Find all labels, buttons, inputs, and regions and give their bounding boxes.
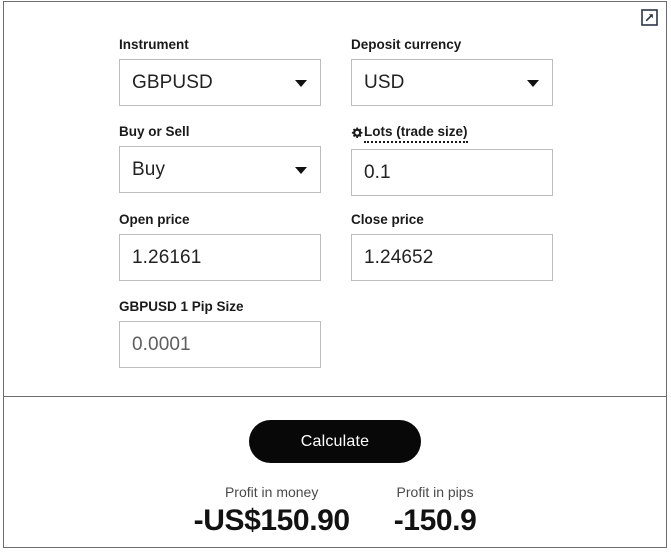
open-price-label: Open price: [119, 212, 190, 227]
field-lots: Lots (trade size) 0.1: [351, 123, 553, 196]
lots-label-wrap: Lots (trade size): [351, 123, 553, 143]
buy-or-sell-select[interactable]: Buy: [119, 146, 321, 193]
field-instrument: Instrument GBPUSD: [119, 36, 321, 106]
buy-or-sell-value: Buy: [132, 158, 166, 180]
lots-value: 0.1: [364, 161, 391, 183]
result-value: -US$150.90: [193, 504, 351, 537]
chevron-down-icon: [295, 166, 307, 174]
pip-size-label: GBPUSD 1 Pip Size: [119, 299, 244, 314]
result-profit-in-money: Profit in money -US$150.90: [193, 483, 351, 539]
gear-icon[interactable]: [351, 127, 363, 139]
instrument-value: GBPUSD: [132, 71, 213, 93]
results-section: Calculate Profit in money -US$150.90 Pro…: [4, 397, 666, 547]
open-price-input[interactable]: 1.26161: [119, 234, 321, 281]
calculate-button[interactable]: Calculate: [249, 420, 421, 463]
field-close-price: Close price 1.24652: [351, 211, 553, 281]
buy-or-sell-label: Buy or Sell: [119, 124, 190, 139]
field-open-price: Open price 1.26161: [119, 211, 321, 281]
lots-input[interactable]: 0.1: [351, 149, 553, 196]
deposit-currency-select[interactable]: USD: [351, 59, 553, 106]
field-pip-size: GBPUSD 1 Pip Size 0.0001: [119, 298, 321, 368]
result-value: -150.9: [393, 504, 477, 537]
close-price-value: 1.24652: [364, 246, 434, 268]
deposit-currency-value: USD: [364, 71, 405, 93]
result-label: Profit in money: [224, 484, 319, 500]
pip-size-input[interactable]: 0.0001: [119, 321, 321, 368]
close-price-label: Close price: [351, 212, 424, 227]
field-buy-or-sell: Buy or Sell Buy: [119, 123, 321, 193]
result-label: Profit in pips: [396, 484, 474, 500]
chevron-down-icon: [295, 79, 307, 87]
profit-calculator-widget: Instrument GBPUSD Deposit currency USD B…: [3, 1, 667, 548]
field-deposit-currency: Deposit currency USD: [351, 36, 553, 106]
chevron-down-icon: [527, 79, 539, 87]
result-profit-in-pips: Profit in pips -150.9: [394, 483, 477, 539]
instrument-label: Instrument: [119, 37, 189, 52]
lots-label: Lots (trade size): [364, 123, 468, 143]
open-price-value: 1.26161: [132, 246, 202, 268]
close-price-input[interactable]: 1.24652: [351, 234, 553, 281]
pip-size-value: 0.0001: [132, 333, 191, 355]
instrument-select[interactable]: GBPUSD: [119, 59, 321, 106]
deposit-currency-label: Deposit currency: [351, 37, 462, 52]
calculator-form: Instrument GBPUSD Deposit currency USD B…: [4, 2, 666, 396]
results-row: Profit in money -US$150.90 Profit in pip…: [4, 483, 666, 539]
